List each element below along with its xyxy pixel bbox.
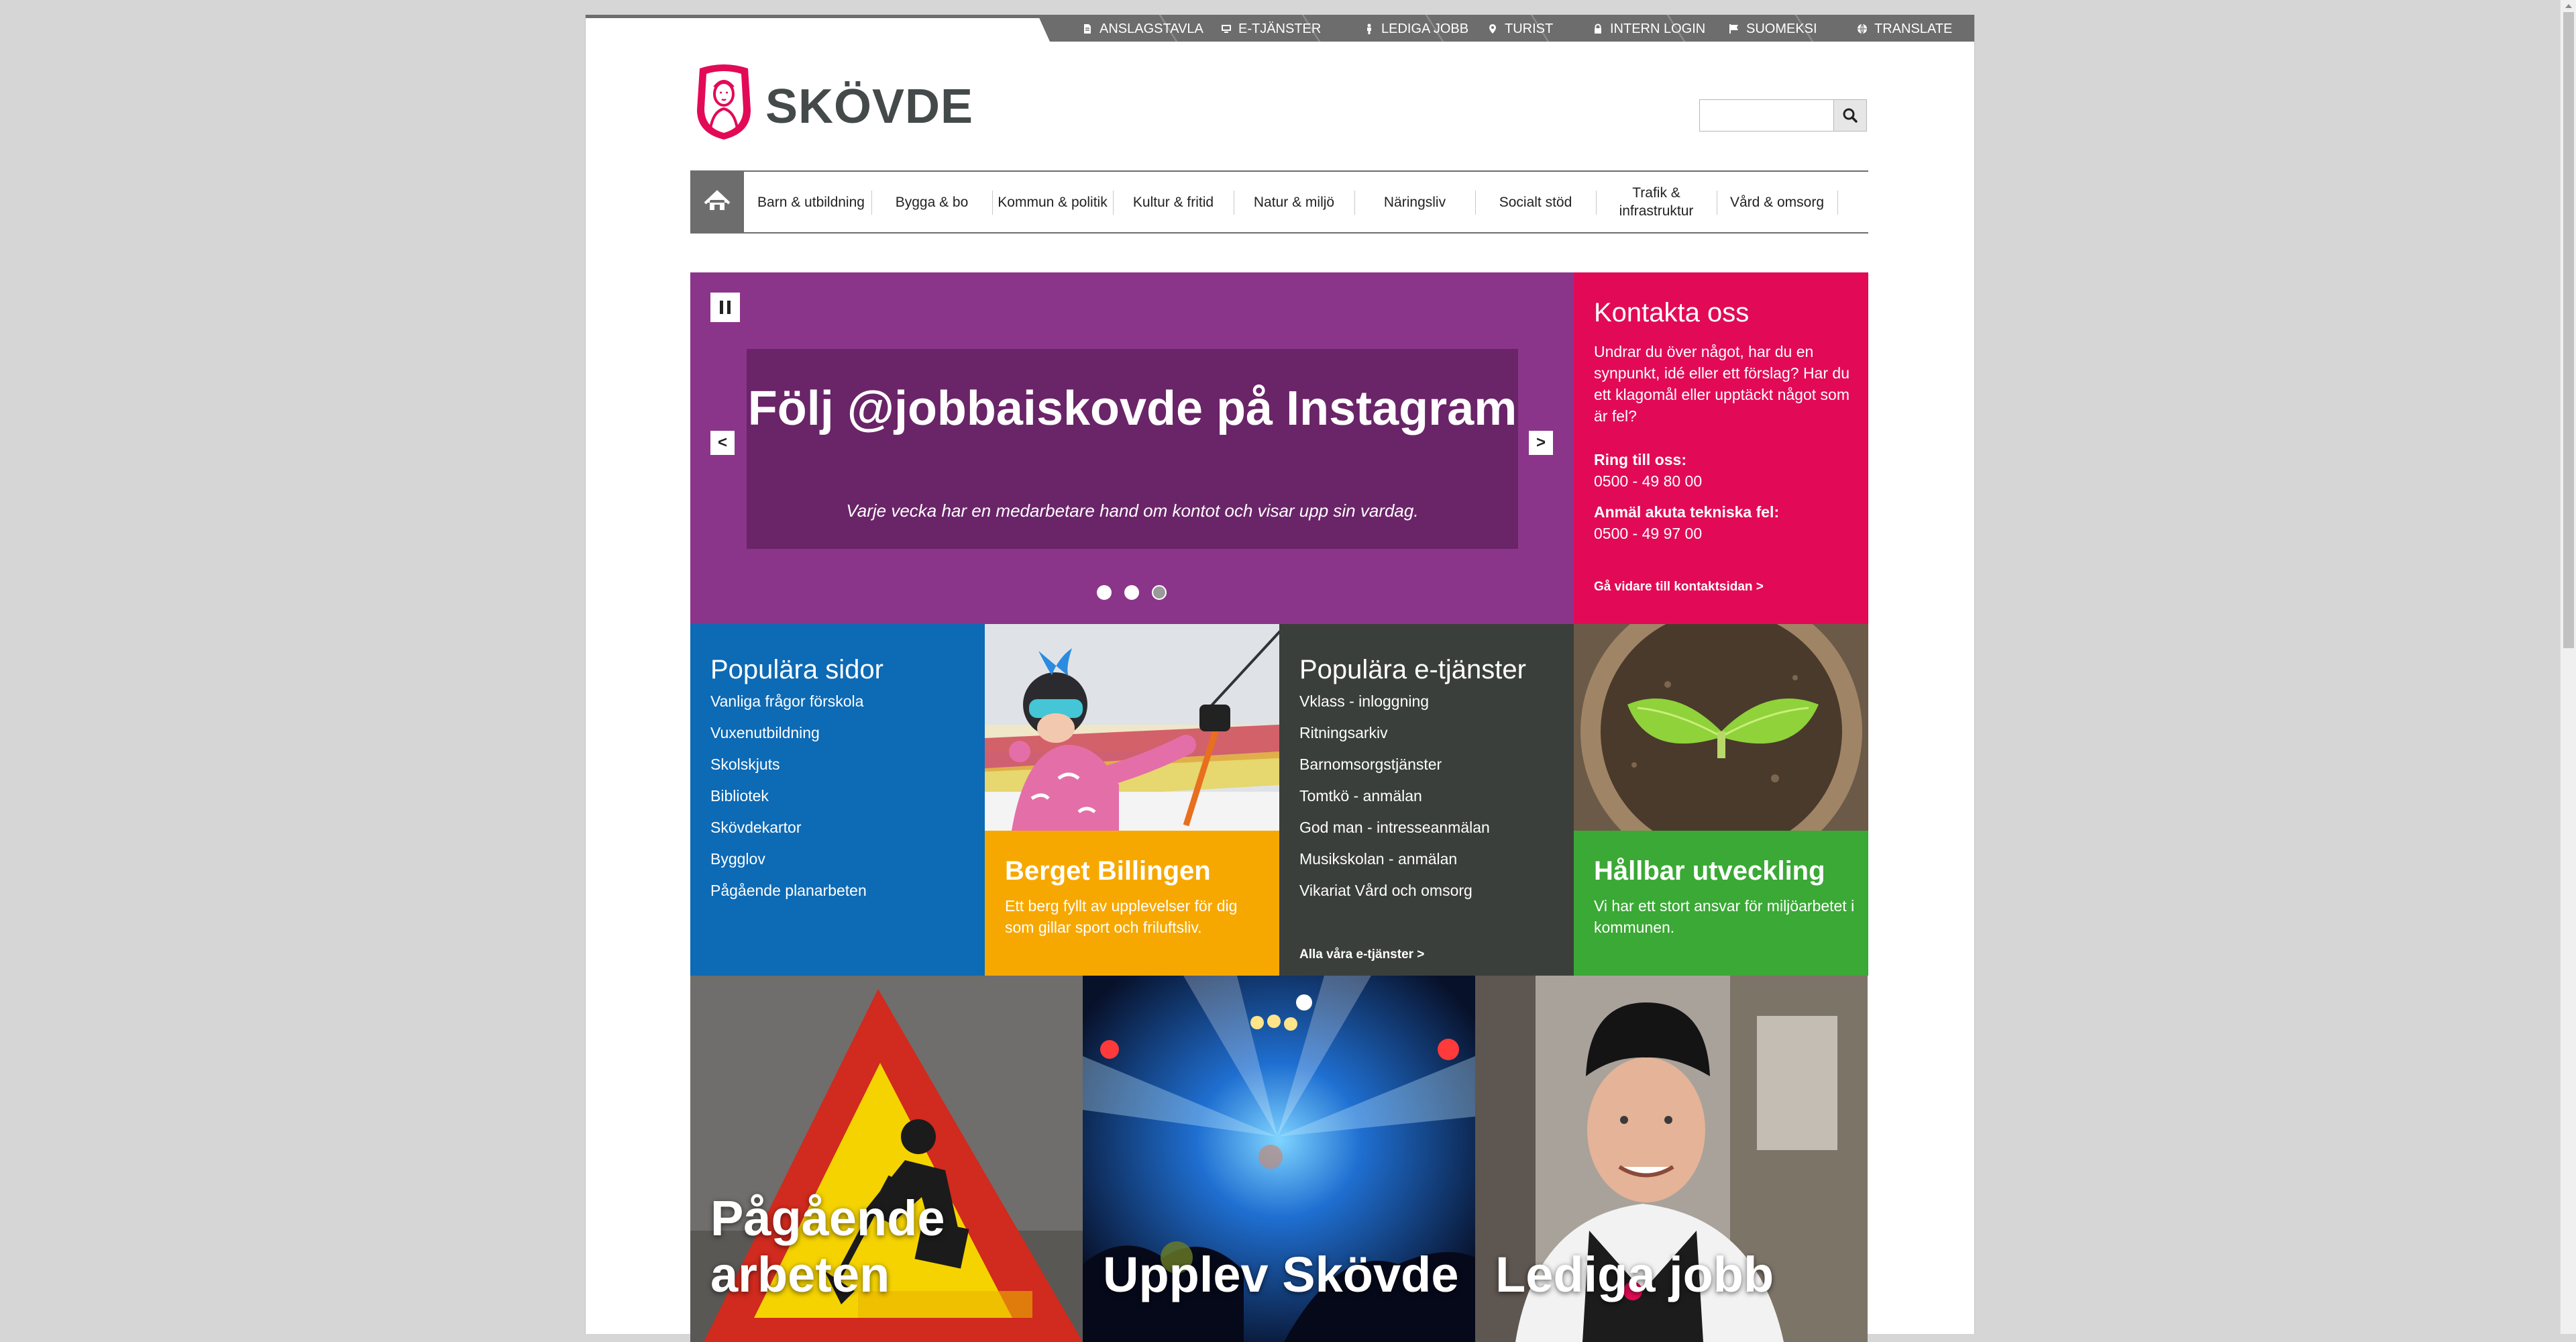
phone-label: Ring till oss:	[1594, 451, 1686, 468]
nav-item-kommun-politik[interactable]: Kommun & politik	[992, 172, 1113, 232]
util-link-anslagstavla[interactable]: ANSLAGSTAVLA	[1082, 15, 1203, 42]
monitor-icon	[1222, 25, 1231, 33]
contact-title: Kontakta oss	[1594, 298, 1750, 327]
utility-bar: ANSLAGSTAVLA E-TJÄNSTER LEDIGA JOBB TURI…	[1038, 15, 1974, 42]
billingen-text: Ett berg fyllt av upplevelser för dig so…	[1005, 897, 1238, 936]
hero-title: Följ @jobbaiskovde på Instagram	[747, 382, 1517, 435]
jobs-tile[interactable]: Lediga jobb	[1475, 976, 1868, 1342]
person-icon	[1367, 23, 1371, 34]
seedling-photo	[1574, 624, 1868, 831]
search-button[interactable]	[1833, 100, 1866, 131]
skier-photo	[985, 624, 1279, 831]
popular-link[interactable]: Vuxenutbildning	[710, 724, 820, 742]
eservice-link[interactable]: Ritningsarkiv	[1299, 724, 1388, 742]
lock-icon	[1595, 23, 1601, 34]
billingen-tile[interactable]: Berget Billingen Ett berg fyllt av upple…	[985, 624, 1279, 976]
map-pin-icon	[1489, 24, 1496, 34]
util-link-translate[interactable]: TRANSLATE	[1857, 15, 1952, 42]
nav-item-trafik-infrastruktur[interactable]: Trafik & infrastruktur	[1596, 172, 1717, 232]
flag-icon	[1729, 24, 1738, 34]
search-icon	[1843, 108, 1858, 123]
eservices-tile: Populära e-tjänster Vklass - inloggning …	[1279, 624, 1574, 976]
page-scrollbar[interactable]	[2560, 0, 2576, 1334]
jobs-title: Lediga jobb	[1495, 1247, 1774, 1302]
slide-dot[interactable]	[1124, 585, 1139, 600]
popular-link[interactable]: Bibliotek	[710, 787, 769, 805]
experience-skovde-title: Upplev Skövde	[1103, 1247, 1459, 1302]
contact-text: Undrar du över något, har du en synpunkt…	[1594, 343, 1849, 425]
util-link-suomeksi[interactable]: SUOMEKSI	[1729, 15, 1817, 42]
scroll-up-arrow-icon[interactable]	[2561, 0, 2576, 12]
util-label: INTERN LOGIN	[1610, 21, 1706, 36]
util-link-lediga-jobb[interactable]: LEDIGA JOBB	[1364, 15, 1468, 42]
home-icon	[704, 190, 731, 210]
search-box	[1699, 99, 1867, 132]
scrollbar-thumb[interactable]	[2563, 12, 2574, 648]
util-label: TRANSLATE	[1874, 21, 1953, 36]
util-label: SUOMEKSI	[1746, 21, 1817, 36]
sustainable-title: Hållbar utveckling	[1594, 856, 1825, 886]
logo-text: SKÖVDE	[765, 80, 974, 134]
nav-item-bygga-bo[interactable]: Bygga & bo	[871, 172, 992, 232]
document-icon	[1084, 24, 1091, 34]
nav-item-socialt-stod[interactable]: Socialt stöd	[1475, 172, 1596, 232]
nav-item-natur-miljo[interactable]: Natur & miljö	[1234, 172, 1354, 232]
nav-item-vard-omsorg[interactable]: Vård & omsorg	[1717, 172, 1837, 232]
sustainable-tile[interactable]: Hållbar utveckling Vi har ett stort ansv…	[1574, 624, 1868, 976]
phone-number[interactable]: 0500 - 49 80 00	[1594, 472, 1702, 491]
util-label: E-TJÄNSTER	[1238, 21, 1322, 36]
experience-skovde-tile[interactable]: Upplev Skövde	[1083, 976, 1475, 1342]
slide-dot[interactable]	[1097, 585, 1112, 600]
nav-divider	[1837, 191, 1838, 215]
contact-page-link[interactable]: Gå vidare till kontaktsidan >	[1594, 580, 1764, 595]
util-link-turist[interactable]: TURIST	[1487, 15, 1553, 42]
popular-link[interactable]: Skövdekartor	[710, 819, 802, 837]
eservice-link[interactable]: Vklass - inloggning	[1299, 692, 1429, 711]
eservices-title: Populära e-tjänster	[1299, 655, 1526, 684]
tech-label: Anmäl akuta tekniska fel:	[1594, 503, 1780, 521]
hero-slide[interactable]: Följ @jobbaiskovde på Instagram Varje ve…	[747, 349, 1518, 549]
eservice-link[interactable]: Tomtkö - anmälan	[1299, 787, 1422, 805]
skovde-crest-icon	[697, 64, 751, 140]
globe-icon	[1858, 23, 1867, 34]
all-eservices-link[interactable]: Alla våra e-tjänster >	[1299, 947, 1424, 962]
main-nav: Barn & utbildning Bygga & bo Kommun & po…	[690, 170, 1868, 234]
tech-phone-number[interactable]: 0500 - 49 97 00	[1594, 525, 1702, 543]
ongoing-works-tile[interactable]: Pågående arbeten	[690, 976, 1083, 1342]
popular-link[interactable]: Bygglov	[710, 850, 765, 868]
pause-button[interactable]	[710, 293, 740, 322]
eservice-link[interactable]: Barnomsorgstjänster	[1299, 756, 1442, 774]
eservice-link[interactable]: God man - intresseanmälan	[1299, 819, 1490, 837]
popular-link[interactable]: Pågående planarbeten	[710, 882, 867, 900]
util-label: TURIST	[1505, 21, 1554, 36]
popular-link[interactable]: Skolskjuts	[710, 756, 780, 774]
eservice-link[interactable]: Musikskolan - anmälan	[1299, 850, 1457, 868]
nav-item-kultur-fritid[interactable]: Kultur & fritid	[1113, 172, 1234, 232]
billingen-title: Berget Billingen	[1005, 856, 1211, 886]
sustainable-text: Vi har ett stort ansvar för miljöarbetet…	[1594, 897, 1855, 936]
popular-pages-title: Populära sidor	[710, 655, 883, 684]
hero-subtitle: Varje vecka har en medarbetare hand om k…	[846, 501, 1419, 521]
home-button[interactable]	[690, 172, 744, 232]
next-slide-button[interactable]: >	[1529, 431, 1553, 455]
util-link-e-tjanster[interactable]: E-TJÄNSTER	[1221, 15, 1321, 42]
util-link-intern-login[interactable]: INTERN LOGIN	[1593, 15, 1705, 42]
nav-item-barn-utbildning[interactable]: Barn & utbildning	[751, 172, 871, 232]
prev-slide-button[interactable]: <	[710, 431, 735, 455]
nav-item-naringsliv[interactable]: Näringsliv	[1354, 172, 1475, 232]
eservice-link[interactable]: Vikariat Vård och omsorg	[1299, 882, 1472, 900]
search-input[interactable]	[1700, 100, 1834, 131]
pause-icon	[720, 301, 731, 314]
hero-carousel: Följ @jobbaiskovde på Instagram Varje ve…	[690, 272, 1574, 624]
popular-link[interactable]: Vanliga frågor förskola	[710, 692, 863, 711]
slide-dot-active[interactable]	[1152, 585, 1167, 600]
ongoing-works-title: Pågående arbeten	[710, 1190, 945, 1302]
util-label: LEDIGA JOBB	[1381, 21, 1469, 36]
popular-pages-tile: Populära sidor Vanliga frågor förskola V…	[690, 624, 985, 976]
contact-box: Kontakta oss Undrar du över något, har d…	[1574, 272, 1868, 624]
util-label: ANSLAGSTAVLA	[1099, 21, 1203, 36]
page: ANSLAGSTAVLA E-TJÄNSTER LEDIGA JOBB TURI…	[585, 15, 1975, 1342]
